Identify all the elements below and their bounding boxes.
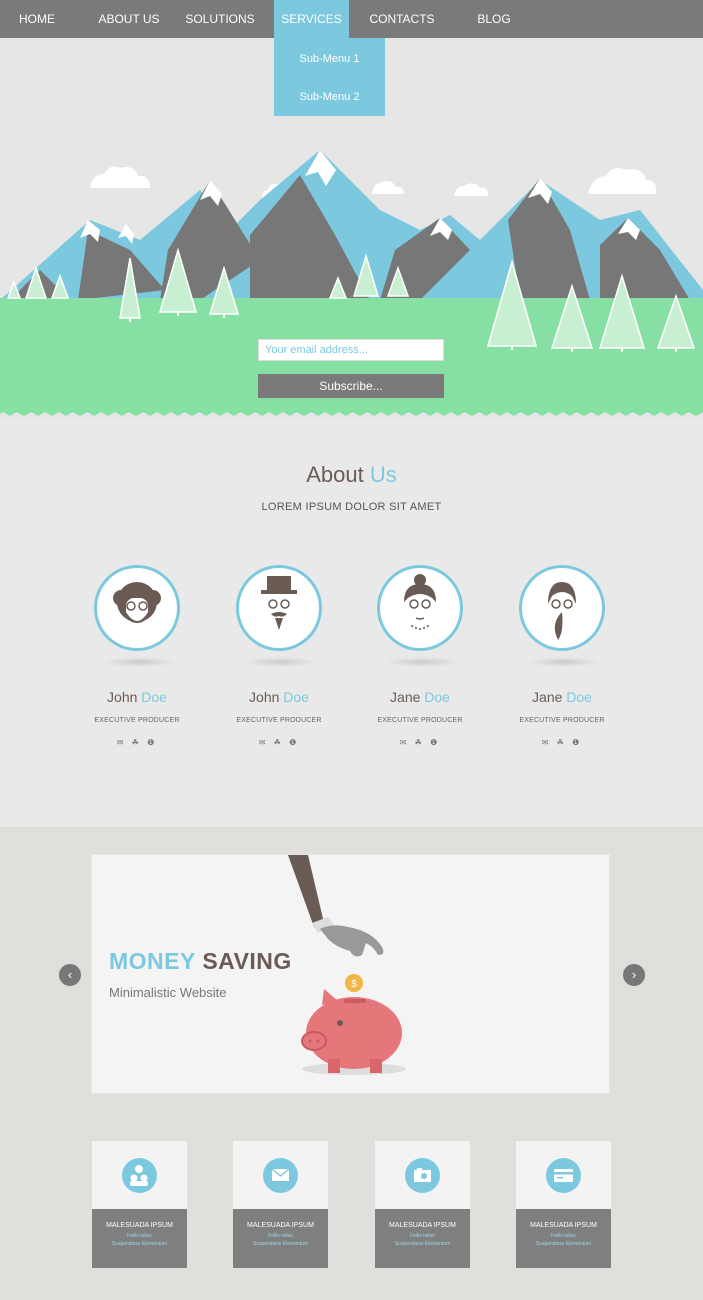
about-subtitle: LOREM IPSUM DOLOR SIT AMET <box>261 501 442 513</box>
member-role: EXECUTIVE PRODUCER <box>236 717 322 724</box>
slider-prev-button[interactable]: ‹ <box>57 962 83 988</box>
feature-card[interactable]: MALESUADA IPSUM Fellis tellus Suspendiss… <box>375 1141 470 1268</box>
social-icons[interactable]: ✉ ☘ ❶ <box>220 738 338 747</box>
avatar-man-top-hat[interactable] <box>236 565 322 651</box>
feature-text-2: Suspendisse Elementum <box>252 1241 309 1247</box>
feature-text-2: Suspendisse Elementum <box>394 1241 451 1247</box>
avatar-woman-bun[interactable] <box>377 565 463 651</box>
social-icons[interactable]: ✉ ☘ ❶ <box>78 738 196 747</box>
member-role: EXECUTIVE PRODUCER <box>377 717 463 724</box>
member-role: EXECUTIVE PRODUCER <box>94 717 180 724</box>
credit-card-icon <box>546 1158 581 1193</box>
piggy-bank-illustration: $ <box>288 855 406 1075</box>
dollar-icon: $ <box>351 979 357 990</box>
nav-solutions[interactable]: SOLUTIONS <box>180 0 260 38</box>
social-icons[interactable]: ✉ ☘ ❶ <box>503 738 621 747</box>
feature-footer: MALESUADA IPSUM Fellis tellus Suspendiss… <box>233 1209 328 1268</box>
slider-next-button[interactable]: › <box>621 962 647 988</box>
member-name: John Doe <box>249 689 309 705</box>
avatar-man-afro-glasses[interactable] <box>94 565 180 651</box>
nav-about-us[interactable]: ABOUT US <box>91 0 167 38</box>
feature-footer: MALESUADA IPSUM Fellis tellus Suspendiss… <box>92 1209 187 1268</box>
feature-text-1: Fellis tellus <box>551 1233 576 1239</box>
feature-card[interactable]: MALESUADA IPSUM Fellis tellus Suspendiss… <box>516 1141 611 1268</box>
feature-footer: MALESUADA IPSUM Fellis tellus Suspendiss… <box>516 1209 611 1268</box>
submenu-item-2[interactable]: Sub-Menu 2 <box>274 78 385 116</box>
mail-icon <box>263 1158 298 1193</box>
feature-card[interactable]: MALESUADA IPSUM Fellis tellus Suspendiss… <box>92 1141 187 1268</box>
nav-services[interactable]: SERVICES <box>274 0 349 38</box>
member-name: John Doe <box>107 689 167 705</box>
feature-title: MALESUADA IPSUM <box>106 1222 173 1229</box>
feature-text-2: Suspendisse Elementum <box>535 1241 592 1247</box>
feature-footer: MALESUADA IPSUM Fellis tellus Suspendiss… <box>375 1209 470 1268</box>
member-name: Jane Doe <box>390 689 450 705</box>
feature-text-1: Fellis tellus <box>127 1233 152 1239</box>
avatar-shadow <box>527 657 601 667</box>
slide-card: MONEY SAVING Minimalistic Website $ <box>91 854 610 1094</box>
services-submenu: Sub-Menu 1 Sub-Menu 2 <box>274 38 385 116</box>
about-heading-part2: Us <box>369 462 397 487</box>
social-icons[interactable]: ✉ ☘ ❶ <box>361 738 479 747</box>
feature-text-1: Fellis tellus <box>410 1233 435 1239</box>
member-role: EXECUTIVE PRODUCER <box>519 717 605 724</box>
feature-title: MALESUADA IPSUM <box>530 1222 597 1229</box>
member-name: Jane Doe <box>532 689 592 705</box>
feature-title: MALESUADA IPSUM <box>389 1222 456 1229</box>
about-heading-part1: About <box>306 462 364 487</box>
nav-home[interactable]: HOME <box>0 0 74 38</box>
feature-text-1: Fellis tellus <box>268 1233 293 1239</box>
avatar-woman-ponytail[interactable] <box>519 565 605 651</box>
avatar-shadow <box>385 657 459 667</box>
email-field[interactable] <box>258 339 444 361</box>
nav-blog[interactable]: BLOG <box>460 0 528 38</box>
subscribe-button[interactable]: Subscribe... <box>258 374 444 398</box>
users-icon <box>122 1158 157 1193</box>
avatar-shadow <box>244 657 318 667</box>
about-heading: About Us <box>0 462 703 488</box>
submenu-item-1[interactable]: Sub-Menu 1 <box>274 40 385 78</box>
avatar-shadow <box>102 657 176 667</box>
feature-card[interactable]: MALESUADA IPSUM Fellis tellus Suspendiss… <box>233 1141 328 1268</box>
feature-text-2: Suspendisse Elementum <box>111 1241 168 1247</box>
top-navigation: HOME ABOUT US SOLUTIONS SERVICES CONTACT… <box>0 0 703 38</box>
nav-contacts[interactable]: CONTACTS <box>362 0 442 38</box>
feature-title: MALESUADA IPSUM <box>247 1222 314 1229</box>
camera-icon <box>405 1158 440 1193</box>
cloud-icon <box>90 166 657 206</box>
